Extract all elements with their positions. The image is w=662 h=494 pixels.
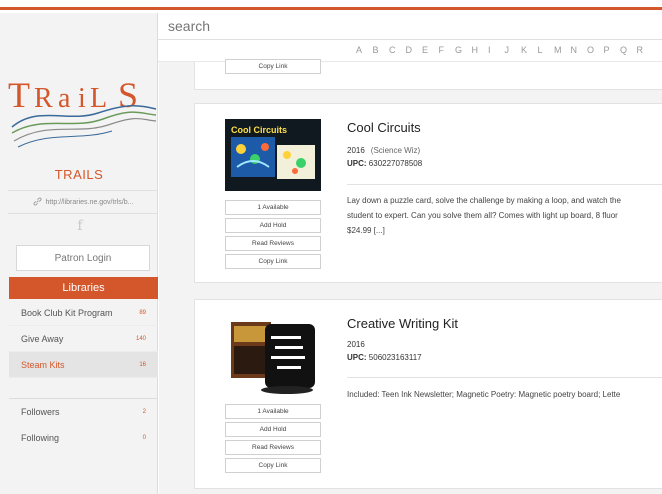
following-item[interactable]: Following 0: [9, 425, 158, 451]
alpha-letter-p[interactable]: P: [604, 45, 621, 55]
add-hold-button[interactable]: Add Hold: [225, 422, 321, 437]
alpha-letter-a[interactable]: A: [356, 45, 373, 55]
alpha-letter-d[interactable]: D: [406, 45, 423, 55]
item-upc: UPC: 506023163117: [347, 353, 422, 362]
copy-link-button[interactable]: Copy Link: [225, 458, 321, 473]
item-description: Lay down a puzzle card, solve the challe…: [347, 193, 662, 238]
upc-value: 506023163117: [368, 353, 422, 362]
library-item-steam-kits[interactable]: Steam Kits 16: [9, 352, 158, 378]
library-item-label: Give Away: [21, 333, 64, 344]
search-input[interactable]: [168, 17, 648, 35]
alpha-letter-g[interactable]: G: [455, 45, 472, 55]
library-url-text: http://libraries.ne.gov/trls/b...: [45, 198, 134, 206]
description-line: Lay down a puzzle card, solve the challe…: [347, 196, 621, 205]
following-label: Following: [21, 433, 60, 443]
trails-logo[interactable]: T R a i L S: [8, 75, 158, 155]
library-item-label: Book Club Kit Program: [21, 307, 113, 318]
item-title[interactable]: Creative Writing Kit: [347, 316, 458, 331]
alpha-letter-o[interactable]: O: [587, 45, 604, 55]
library-item-count: 16: [139, 361, 146, 368]
alpha-letter-q[interactable]: Q: [620, 45, 637, 55]
item-title[interactable]: Cool Circuits: [347, 120, 421, 135]
alpha-letter-l[interactable]: L: [538, 45, 555, 55]
alpha-letter-e[interactable]: E: [422, 45, 439, 55]
item-year: 2016: [347, 146, 365, 155]
result-card-partial: Copy Link: [194, 59, 662, 90]
library-item-count: 89: [139, 309, 146, 316]
svg-text:L: L: [90, 83, 107, 114]
availability-button[interactable]: 1 Available: [225, 404, 321, 419]
search-bar: [158, 13, 662, 40]
upc-label: UPC:: [347, 353, 367, 362]
svg-text:a: a: [58, 83, 71, 114]
alpha-letter-k[interactable]: K: [521, 45, 538, 55]
alpha-letter-h[interactable]: H: [472, 45, 489, 55]
item-upc: UPC: 630227078508: [347, 159, 422, 168]
patron-login-button[interactable]: Patron Login: [16, 245, 150, 271]
svg-text:R: R: [34, 83, 53, 114]
description-line: Included: Teen Ink Newsletter; Magnetic …: [347, 390, 621, 399]
site-name: TRAILS: [54, 167, 104, 182]
alpha-letter-n[interactable]: N: [571, 45, 588, 55]
description-line: student to expert. Can you solve them al…: [347, 211, 618, 220]
add-hold-button[interactable]: Add Hold: [225, 218, 321, 233]
alpha-letter-f[interactable]: F: [439, 45, 456, 55]
alpha-letter-b[interactable]: B: [373, 45, 390, 55]
item-thumbnail[interactable]: [225, 316, 321, 396]
followers-item[interactable]: Followers 2: [9, 399, 158, 425]
item-publisher: (Science Wiz): [370, 146, 421, 155]
item-meta: 2016: [347, 340, 365, 349]
libraries-header: Libraries: [9, 277, 158, 299]
description-line: $24.99 [...]: [347, 226, 385, 235]
svg-text:i: i: [78, 83, 86, 114]
result-card: 1 Available Add Hold Read Reviews Copy L…: [194, 299, 662, 489]
top-accent-bar: [0, 0, 662, 10]
library-url-link[interactable]: http://libraries.ne.gov/trls/b...: [8, 190, 158, 214]
follow-list: Followers 2 Following 0: [9, 398, 158, 451]
item-thumbnail[interactable]: Cool Circuits: [225, 119, 321, 191]
copy-link-button[interactable]: Copy Link: [225, 59, 321, 74]
copy-link-button[interactable]: Copy Link: [225, 254, 321, 269]
following-count: 0: [142, 435, 146, 441]
library-item-book-club[interactable]: Book Club Kit Program 89: [9, 300, 158, 326]
upc-value: 630227078508: [368, 159, 423, 168]
library-item-count: 140: [135, 335, 146, 342]
thumbnail-title: Cool Circuits: [231, 125, 287, 135]
read-reviews-button[interactable]: Read Reviews: [225, 236, 321, 251]
upc-label: UPC:: [347, 159, 367, 168]
followers-label: Followers: [21, 407, 60, 417]
read-reviews-button[interactable]: Read Reviews: [225, 440, 321, 455]
facebook-icon[interactable]: f: [75, 218, 85, 234]
alpha-letter-j[interactable]: J: [505, 45, 522, 55]
alpha-letter-c[interactable]: C: [389, 45, 406, 55]
alpha-letter-r[interactable]: R: [637, 45, 654, 55]
divider: [347, 184, 662, 185]
result-card: Cool Circuits 1 Available Add Hold Read …: [194, 103, 662, 283]
divider: [347, 377, 662, 378]
item-meta: 2016 (Science Wiz): [347, 146, 420, 155]
alpha-letter-m[interactable]: M: [554, 45, 571, 55]
svg-text:S: S: [118, 75, 138, 115]
item-year: 2016: [347, 340, 365, 349]
library-item-give-away[interactable]: Give Away 140: [9, 326, 158, 352]
availability-button[interactable]: 1 Available: [225, 200, 321, 215]
followers-count: 2: [142, 409, 146, 415]
library-item-label: Steam Kits: [21, 359, 65, 370]
link-icon: [33, 197, 42, 208]
item-description: Included: Teen Ink Newsletter; Magnetic …: [347, 387, 662, 402]
libraries-list: Book Club Kit Program 89 Give Away 140 S…: [9, 300, 158, 378]
alpha-letter-i[interactable]: I: [488, 45, 505, 55]
svg-text:T: T: [8, 75, 30, 115]
